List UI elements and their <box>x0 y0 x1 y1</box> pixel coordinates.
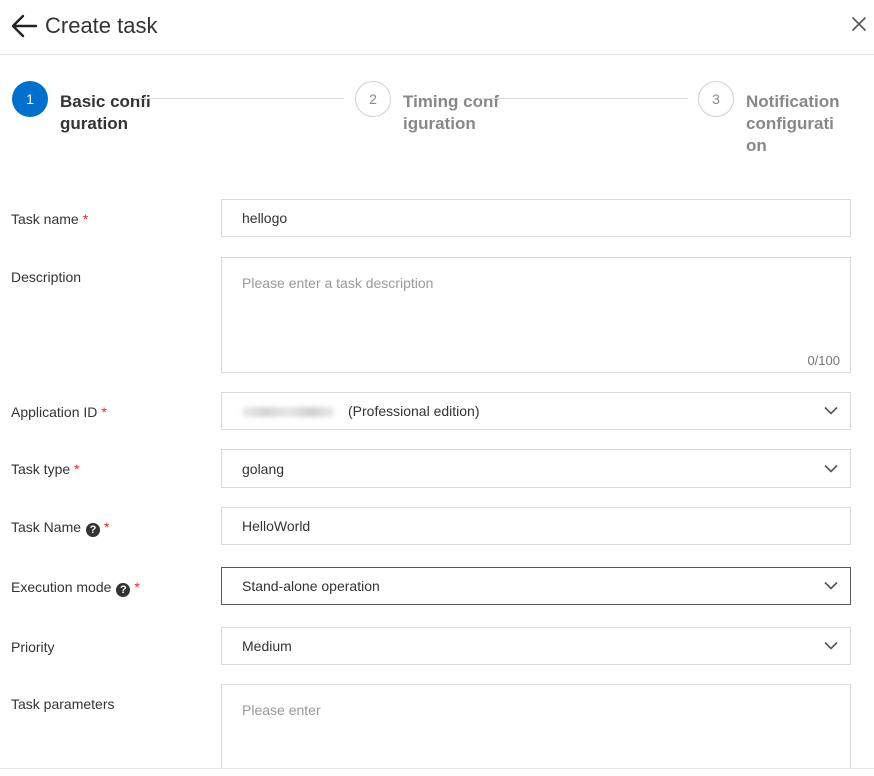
execution-mode-label: Execution mode? * <box>11 579 140 597</box>
character-counter: 0/100 <box>807 353 840 368</box>
step-connector <box>134 98 344 99</box>
task-parameters-label: Task parameters <box>11 696 115 712</box>
task-handler-name-label: Task Name? * <box>11 519 110 537</box>
chevron-down-icon[interactable] <box>824 581 838 591</box>
drawer-header: Create task <box>0 0 874 55</box>
task-parameters-placeholder: Please enter <box>242 702 321 718</box>
priority-label: Priority <box>11 639 55 655</box>
execution-mode-select[interactable]: Stand-alone operation <box>221 567 851 605</box>
application-id-label: Application ID * <box>11 404 107 420</box>
help-icon[interactable]: ? <box>86 523 101 537</box>
application-id-select[interactable]: (Professional edition) <box>221 392 851 430</box>
task-name-input[interactable]: hellogo <box>221 199 851 237</box>
close-icon[interactable] <box>850 14 868 34</box>
required-marker: * <box>74 461 80 477</box>
page-title: Create task <box>45 13 158 38</box>
help-icon[interactable]: ? <box>116 583 131 597</box>
footer-divider <box>0 768 874 769</box>
step-2-circle: 2 <box>355 81 391 117</box>
description-label: Description <box>11 269 82 285</box>
required-marker: * <box>104 519 110 535</box>
step-3-circle: 3 <box>698 81 734 117</box>
priority-select[interactable]: Medium <box>221 627 851 665</box>
task-parameters-textarea[interactable]: Please enter <box>221 684 851 768</box>
description-placeholder: Please enter a task description <box>242 275 434 291</box>
task-type-label: Task type * <box>11 461 80 477</box>
back-arrow-icon[interactable] <box>10 13 38 39</box>
chevron-down-icon[interactable] <box>824 464 838 473</box>
step-indicator: 1 Basic configuration 2 Timing configura… <box>0 78 874 168</box>
required-marker: * <box>134 579 140 595</box>
step-1-circle: 1 <box>12 81 48 117</box>
task-name-label: Task name * <box>11 211 89 227</box>
description-textarea[interactable]: Please enter a task description 0/100 <box>221 257 851 373</box>
step-connector <box>478 98 688 99</box>
required-marker: * <box>101 404 107 420</box>
chevron-down-icon[interactable] <box>824 641 838 651</box>
redacted-app-id <box>242 407 334 418</box>
chevron-down-icon[interactable] <box>824 406 838 416</box>
step-3-title: Notification configuration <box>746 92 840 155</box>
task-type-select[interactable]: golang <box>221 449 851 488</box>
task-handler-name-input[interactable]: HelloWorld <box>221 507 851 545</box>
required-marker: * <box>82 211 89 227</box>
